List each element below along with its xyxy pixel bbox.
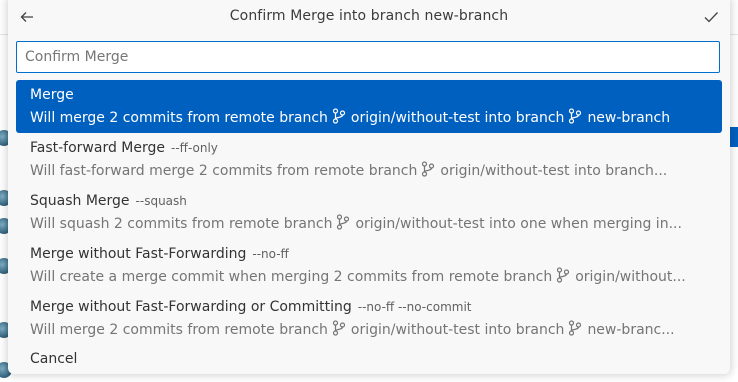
branch-icon [332,108,346,124]
option-merge-no-ff-no-commit[interactable]: Merge without Fast-Forwarding or Committ… [16,292,722,345]
branch-icon [337,214,350,230]
confirm-merge-input[interactable] [16,41,720,73]
option-flag: --no-ff --no-commit [357,300,472,314]
option-label: Fast-forward Merge --ff-only [30,140,218,156]
branch-icon [332,320,346,336]
branch-icon [569,320,582,336]
option-fast-forward-merge[interactable]: Fast-forward Merge --ff-only Will fast-fo… [16,133,722,186]
option-label: Merge [30,87,74,103]
option-merge[interactable]: Merge Will merge 2 commits from remote b… [16,80,722,133]
branch-icon [422,161,435,177]
option-detail: Will merge 2 commits from remote branch o… [30,320,675,338]
option-detail: Will create a merge commit when merging … [30,267,686,285]
check-icon [704,12,718,23]
ok-button[interactable] [700,6,722,28]
option-label: Merge without Fast-Forwarding or Committ… [30,299,472,315]
quick-pick: Confirm Merge into branch new-branch Mer… [8,0,730,374]
option-squash-merge[interactable]: Squash Merge --squash Will squash 2 commi… [16,186,722,239]
cancel-option[interactable]: Cancel [16,345,722,373]
quick-pick-title: Confirm Merge into branch new-branch [229,8,509,24]
branch-icon [557,267,570,283]
option-detail: Will squash 2 commits from remote branch… [30,214,682,232]
option-detail: Will fast-forward merge 2 commits from r… [30,161,668,179]
option-label: Squash Merge --squash [30,193,187,209]
branch-icon [569,108,582,124]
option-flag: --no-ff [252,247,289,261]
quick-pick-header: Confirm Merge into branch new-branch [8,0,730,34]
option-flag: --squash [135,194,187,208]
option-label: Merge without Fast-Forwarding --no-ff [30,246,289,262]
option-flag: --ff-only [171,141,218,155]
option-detail: Will merge 2 commits from remote branch o… [30,108,671,126]
merge-options-list: Merge Will merge 2 commits from remote b… [8,80,730,373]
option-merge-no-ff[interactable]: Merge without Fast-Forwarding --no-ff Wil… [16,239,722,292]
